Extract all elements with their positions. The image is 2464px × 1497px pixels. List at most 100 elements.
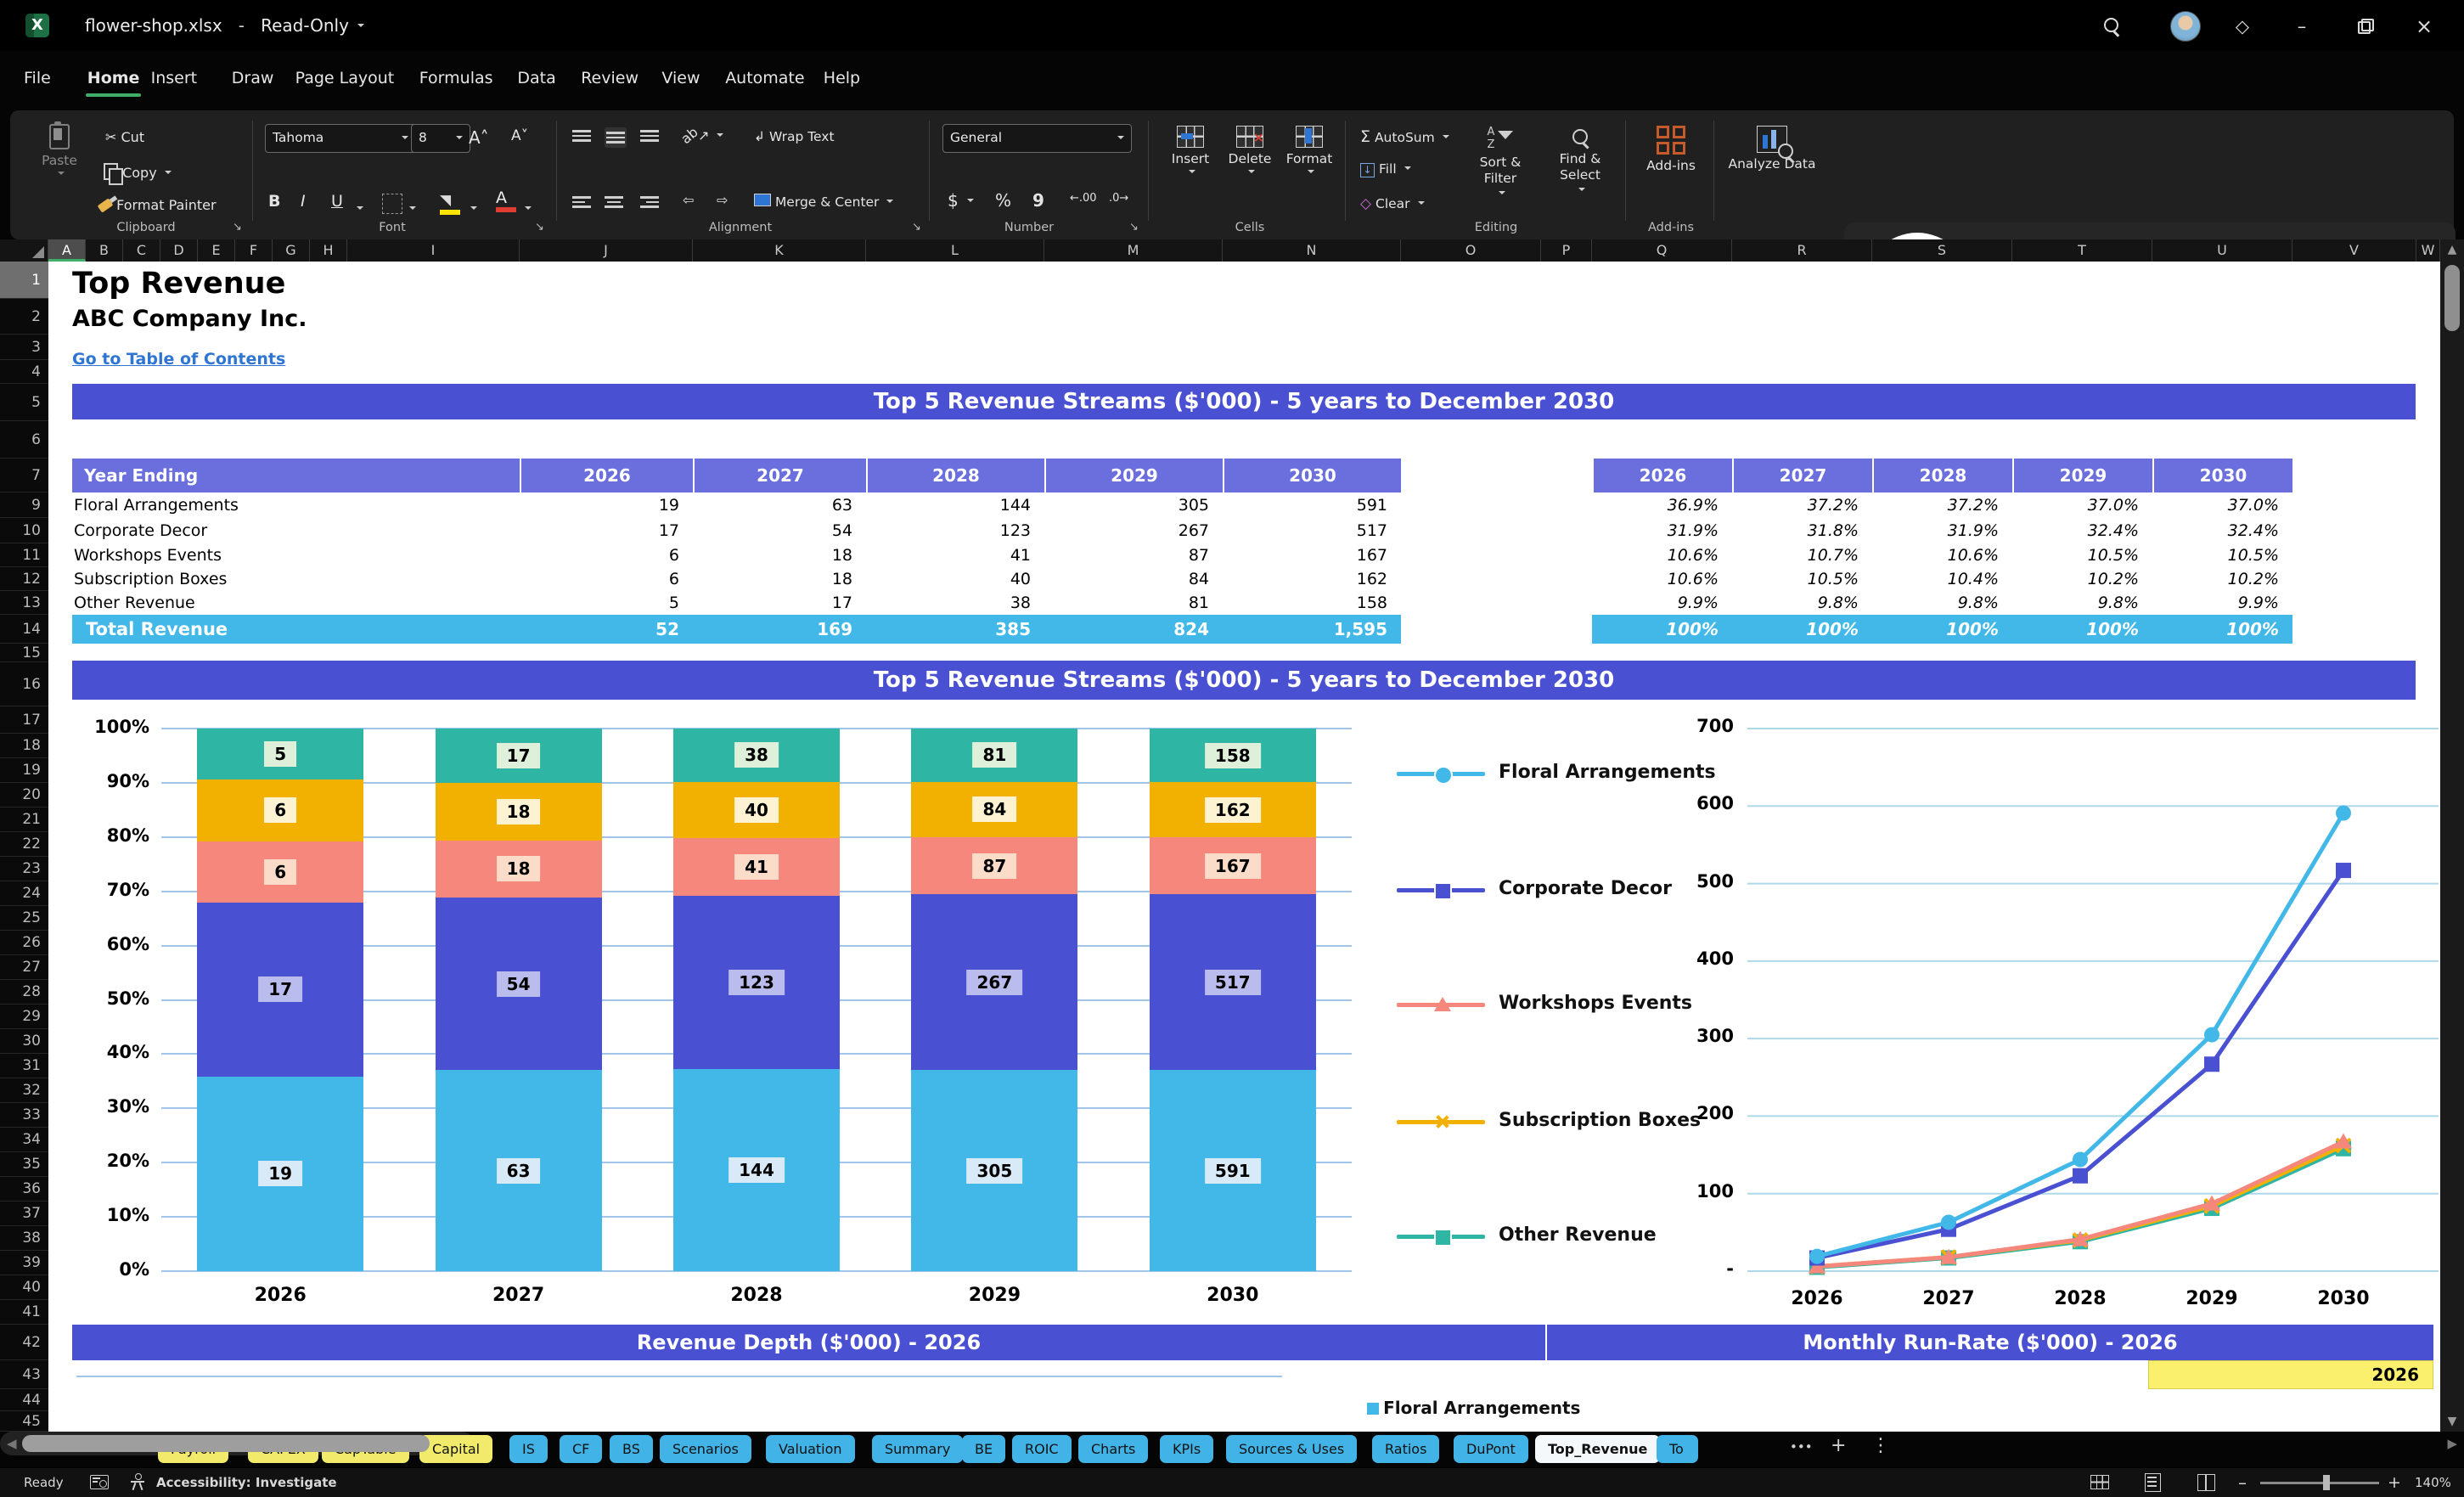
- table-cell[interactable]: 305: [1044, 492, 1209, 518]
- row-header-3[interactable]: 3: [0, 335, 48, 360]
- table-cell[interactable]: 18: [693, 543, 852, 567]
- row-header-42[interactable]: 42: [0, 1325, 48, 1360]
- table-cell[interactable]: 517: [1223, 518, 1387, 543]
- row-header-12[interactable]: 12: [0, 567, 48, 591]
- row-header-39[interactable]: 39: [0, 1251, 48, 1275]
- row-header-10[interactable]: 10: [0, 518, 48, 543]
- new-sheet-button[interactable]: +: [1831, 1435, 1846, 1456]
- clipboard-dialog-launcher[interactable]: ↘: [233, 221, 242, 234]
- increase-font-button[interactable]: A˄: [469, 127, 489, 148]
- row-header-19[interactable]: 19: [0, 758, 48, 783]
- table-cell[interactable]: 267: [1044, 518, 1209, 543]
- table-of-contents-link[interactable]: Go to Table of Contents: [72, 350, 285, 369]
- table-cell[interactable]: 19: [520, 492, 679, 518]
- insert-cells-button[interactable]: Insert: [1163, 126, 1218, 177]
- sheet-tab-be[interactable]: BE: [962, 1435, 1006, 1463]
- decrease-decimal-button[interactable]: .0→: [1109, 192, 1128, 205]
- row-header-15[interactable]: 15: [0, 644, 48, 662]
- row-header-11[interactable]: 11: [0, 543, 48, 567]
- table-cell[interactable]: 162: [1223, 567, 1387, 591]
- font-color-button[interactable]: A: [496, 189, 516, 212]
- row-header-1[interactable]: 1: [0, 262, 48, 299]
- scroll-down-icon[interactable]: ▼: [2440, 1415, 2464, 1428]
- column-header-R[interactable]: R: [1732, 239, 1872, 262]
- pct-cell[interactable]: 37.0%: [2012, 492, 2139, 518]
- row-header-13[interactable]: 13: [0, 591, 48, 615]
- add-ins-button[interactable]: Add-ins: [1637, 126, 1705, 173]
- sheet-tab-scenarios[interactable]: Scenarios: [660, 1435, 751, 1463]
- column-header-A[interactable]: A: [48, 239, 86, 262]
- analyze-data-button[interactable]: Analyze Data: [1725, 126, 1819, 172]
- row-header-35[interactable]: 35: [0, 1152, 48, 1177]
- column-header-M[interactable]: M: [1044, 239, 1223, 262]
- borders-chevron-icon[interactable]: [406, 200, 416, 217]
- menu-tab-automate[interactable]: Automate: [720, 61, 809, 95]
- column-header-Q[interactable]: Q: [1592, 239, 1732, 262]
- sheet-tab-to[interactable]: To: [1657, 1435, 1698, 1463]
- align-right-button[interactable]: [640, 194, 659, 211]
- font-dialog-launcher[interactable]: ↘: [535, 221, 544, 234]
- pct-cell[interactable]: 32.4%: [2012, 518, 2139, 543]
- sheet-tab-roic[interactable]: ROIC: [1012, 1435, 1072, 1463]
- pct-cell[interactable]: 31.9%: [1592, 518, 1719, 543]
- table-header-year-2028[interactable]: 2028: [868, 459, 1044, 492]
- table-row-label[interactable]: Floral Arrangements: [74, 492, 521, 518]
- table-row-label[interactable]: Subscription Boxes: [74, 567, 521, 591]
- horizontal-scroll-thumb[interactable]: [22, 1435, 430, 1452]
- row-header-7[interactable]: 7: [0, 459, 48, 492]
- number-dialog-launcher[interactable]: ↘: [1129, 221, 1139, 234]
- column-header-F[interactable]: F: [235, 239, 273, 262]
- align-center-button[interactable]: [605, 194, 623, 211]
- legend-item-floral-arrangements[interactable]: Floral Arrangements: [1397, 762, 1736, 788]
- tab-menu-icon[interactable]: ⋮: [1871, 1435, 1890, 1456]
- column-header-S[interactable]: S: [1872, 239, 2012, 262]
- underline-button[interactable]: U: [331, 192, 343, 211]
- borders-button[interactable]: [382, 194, 402, 214]
- accessibility-status[interactable]: Accessibility: Investigate: [156, 1468, 337, 1497]
- zoom-in-button[interactable]: +: [2388, 1468, 2401, 1497]
- pct-cell[interactable]: 31.8%: [1732, 518, 1859, 543]
- table-cell[interactable]: 167: [1223, 543, 1387, 567]
- italic-button[interactable]: I: [301, 192, 306, 211]
- pct-cell[interactable]: 9.9%: [1592, 591, 1719, 615]
- clear-button[interactable]: ◇ Clear: [1360, 195, 1425, 212]
- column-header-U[interactable]: U: [2152, 239, 2292, 262]
- search-icon[interactable]: [2099, 14, 2124, 39]
- sheet-tab-summary[interactable]: Summary: [872, 1435, 964, 1463]
- normal-view-icon[interactable]: [2090, 1475, 2109, 1489]
- title-chevron-down-icon[interactable]: [357, 23, 365, 31]
- row-header-4[interactable]: 4: [0, 360, 48, 384]
- vertical-scroll-thumb[interactable]: [2444, 265, 2460, 331]
- menu-tab-home[interactable]: Home: [82, 61, 145, 97]
- row-header-43[interactable]: 43: [0, 1360, 48, 1389]
- menu-tab-formulas[interactable]: Formulas: [414, 61, 498, 95]
- pct-cell[interactable]: 10.6%: [1592, 543, 1719, 567]
- hscroll-right-icon[interactable]: ▶: [2447, 1436, 2457, 1451]
- merge-center-button[interactable]: Merge & Center: [754, 194, 894, 210]
- row-header-44[interactable]: 44: [0, 1389, 48, 1411]
- pct-cell[interactable]: 37.0%: [2152, 492, 2279, 518]
- number-format-select[interactable]: General: [942, 124, 1132, 153]
- accessibility-icon[interactable]: [129, 1473, 146, 1492]
- wrap-text-button[interactable]: ↲ Wrap Text: [754, 129, 835, 144]
- table-cell[interactable]: 6: [520, 567, 679, 591]
- table-cell[interactable]: 17: [520, 518, 679, 543]
- worksheet-grid[interactable]: Top Revenue ABC Company Inc. Go to Table…: [48, 262, 2440, 1432]
- zoom-level[interactable]: 140%: [2415, 1468, 2451, 1497]
- column-header-L[interactable]: L: [866, 239, 1044, 262]
- column-header-N[interactable]: N: [1223, 239, 1401, 262]
- table-cell[interactable]: 84: [1044, 567, 1209, 591]
- column-header-D[interactable]: D: [160, 239, 198, 262]
- pct-cell[interactable]: 10.5%: [1732, 567, 1859, 591]
- pct-header-year-2028[interactable]: 2028: [1874, 459, 2012, 492]
- display-settings-icon[interactable]: [90, 1475, 109, 1489]
- row-header-27[interactable]: 27: [0, 955, 48, 980]
- column-header-C[interactable]: C: [123, 239, 160, 262]
- sheet-tab-bs[interactable]: BS: [610, 1435, 653, 1463]
- avatar[interactable]: [2170, 11, 2201, 42]
- delete-cells-button[interactable]: × Delete: [1223, 126, 1277, 177]
- row-header-41[interactable]: 41: [0, 1300, 48, 1325]
- legend-item-workshops-events[interactable]: Workshops Events: [1397, 993, 1736, 1019]
- column-header-H[interactable]: H: [310, 239, 347, 262]
- page-break-view-icon[interactable]: [2197, 1474, 2215, 1491]
